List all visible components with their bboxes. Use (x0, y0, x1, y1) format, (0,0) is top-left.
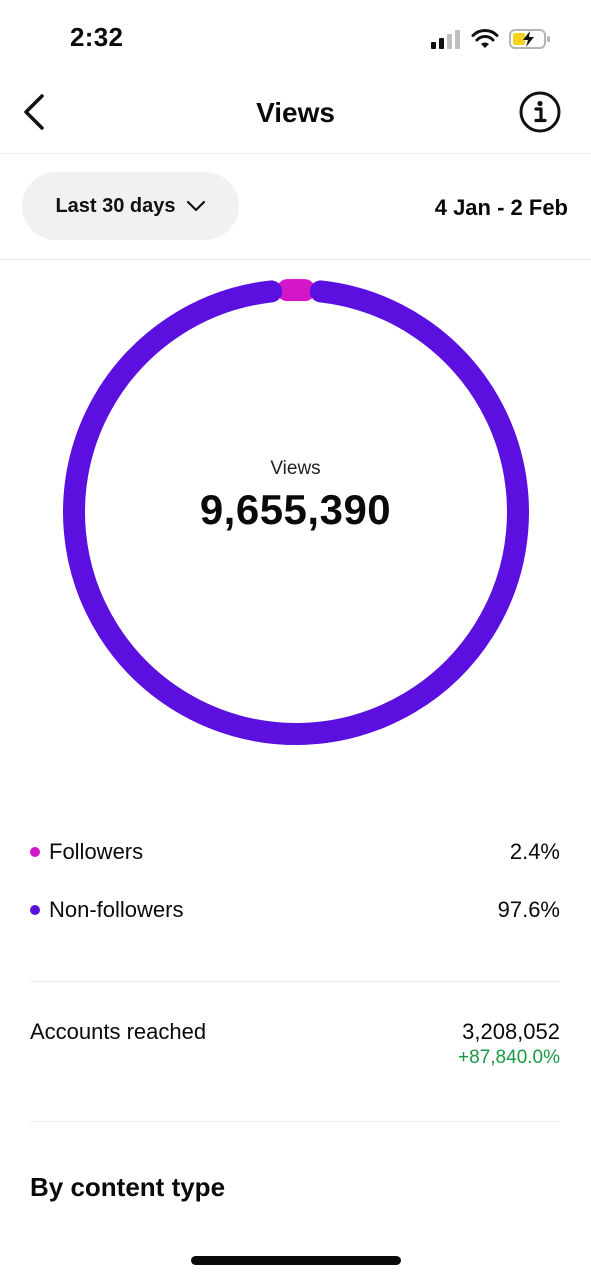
status-time: 2:32 (70, 22, 124, 52)
info-button[interactable] (519, 91, 561, 133)
period-label: Last 30 days (55, 194, 176, 217)
cellular-signal-icon (431, 30, 460, 49)
date-range: 4 Jan - 2 Feb (434, 195, 568, 220)
legend-row-non-followers: Non-followers 97.6% (30, 897, 560, 923)
home-indicator (191, 1256, 401, 1265)
page-title: Views (256, 97, 335, 128)
period-dropdown[interactable]: Last 30 days (22, 172, 239, 240)
accounts-reached-change: +87,840.0% (458, 1047, 560, 1068)
section-divider (30, 981, 560, 982)
legend-dot-non-followers (30, 905, 40, 915)
chevron-down-icon (186, 200, 205, 212)
filter-divider (0, 259, 591, 260)
header-divider (0, 153, 591, 154)
section-divider (30, 1121, 560, 1122)
donut-center-label: Views (270, 458, 321, 479)
wifi-icon (471, 29, 499, 48)
legend-dot-followers (30, 847, 40, 857)
section-title: By content type (30, 1172, 226, 1202)
legend-label: Non-followers (49, 897, 184, 922)
info-icon (519, 91, 561, 133)
legend-value: 2.4% (509, 839, 560, 864)
legend-row-followers: Followers 2.4% (30, 839, 560, 865)
accounts-reached-label: Accounts reached (30, 1019, 207, 1044)
legend-label: Followers (49, 839, 144, 864)
legend-value: 97.6% (497, 897, 560, 922)
accounts-reached-value: 3,208,052 (462, 1019, 560, 1044)
views-total: 9,655,390 (199, 486, 392, 533)
battery-charging-icon (509, 29, 550, 49)
status-icons (431, 28, 551, 50)
